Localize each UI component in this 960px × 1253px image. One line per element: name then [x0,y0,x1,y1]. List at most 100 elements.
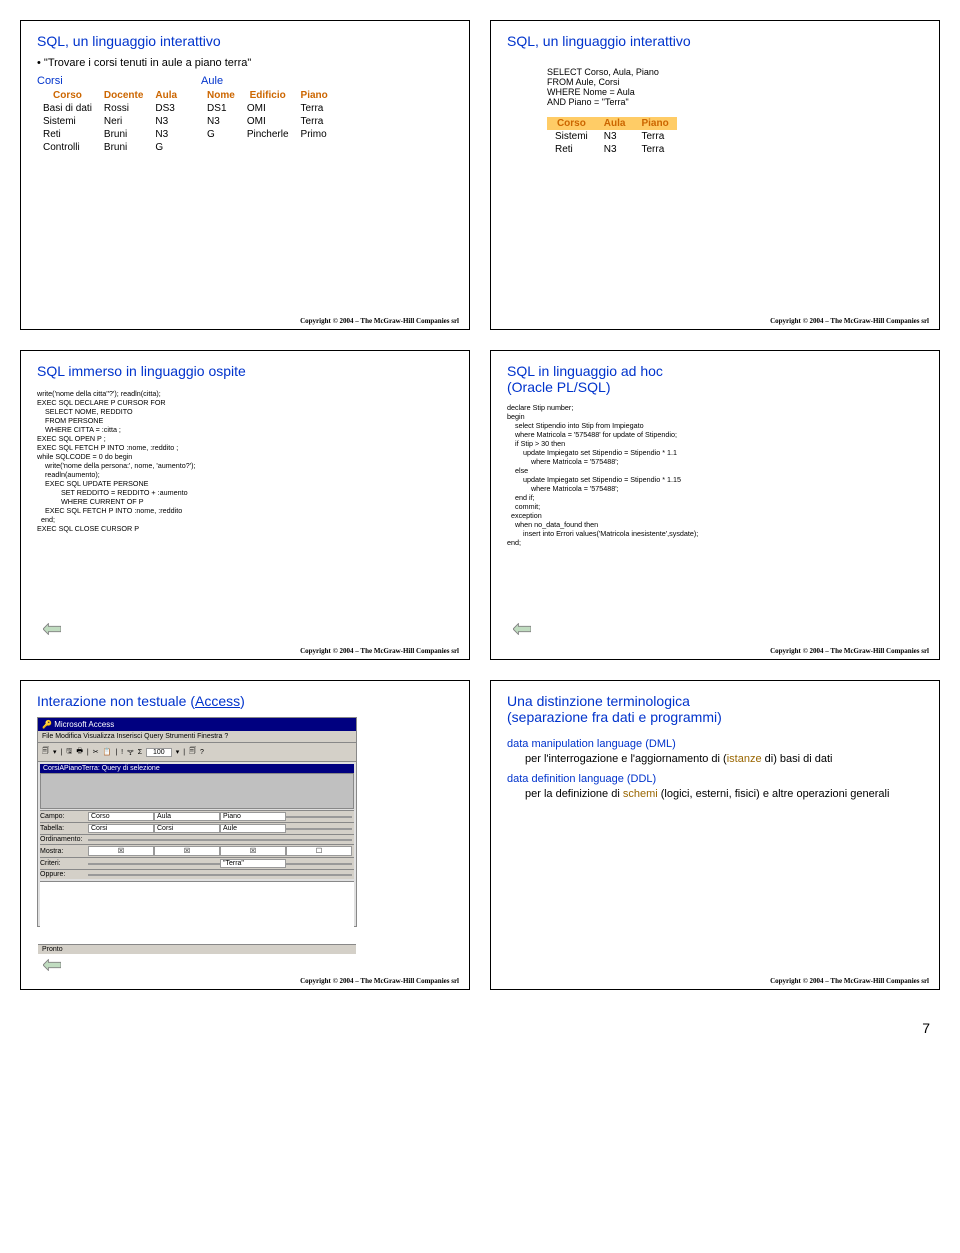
th: Piano [295,89,334,102]
th: Aula [596,117,634,130]
th: Corso [37,89,98,102]
access-grid: Campo:CorsoAulaPiano Tabella:CorsiCorsiA… [40,810,354,879]
td: DS3 [149,102,183,115]
td: N3 [596,143,634,156]
td: Terra [633,143,676,156]
checkbox[interactable]: ☒ [220,846,286,856]
ddl-heading: data definition language (DDL) [507,772,923,787]
th: Aula [149,89,183,102]
grid-row-campo: Campo:CorsoAulaPiano [40,810,354,822]
access-toolbar[interactable]: 🗐▾|🖫🖶|✂📋|!🝖Σ100▾|🗐? [38,743,356,762]
checkbox[interactable]: ☐ [286,846,352,856]
td: G [149,141,183,154]
cell[interactable] [220,839,286,841]
cell[interactable] [88,874,154,876]
cell[interactable]: "Terra" [220,859,286,868]
label: Ordinamento: [40,836,88,843]
td: N3 [596,130,634,143]
text: di) basi di dati [762,753,833,765]
back-arrow-icon[interactable] [43,623,61,635]
checkbox[interactable]: ☒ [88,846,154,856]
td: Terra [295,115,334,128]
td: OMI [241,102,295,115]
slide-6: Una distinzione terminologica (separazio… [490,680,940,990]
slide-title: SQL, un linguaggio interattivo [37,33,453,49]
td: Primo [295,128,334,141]
cell[interactable]: Aule [220,824,286,833]
cell[interactable]: Corsi [88,824,154,833]
cell[interactable] [88,863,154,865]
td: DS1 [201,102,241,115]
result-table: CorsoAulaPiano SistemiN3Terra RetiN3Terr… [547,117,677,156]
access-screenshot: 🔑 Microsoft Access File Modifica Visuali… [37,717,357,927]
aule-name: Aule [201,75,334,87]
grid-row-criteri: Criteri: "Terra" [40,857,354,869]
cell[interactable] [154,874,220,876]
access-blank-grid [40,881,354,942]
td: Sistemi [37,115,98,128]
footer: Copyright © 2004 – The McGraw-Hill Compa… [300,977,459,985]
cell[interactable] [286,816,352,818]
td: Rossi [98,102,149,115]
slide-title: SQL, un linguaggio interattivo [507,33,923,49]
cell[interactable] [286,839,352,841]
th: Corso [547,117,596,130]
slide-5: Interazione non testuale (Access) 🔑 Micr… [20,680,470,990]
slide-title: SQL immerso in linguaggio ospite [37,363,453,379]
grid-row-mostra: Mostra:☒☒☒☐ [40,844,354,857]
slide-1: SQL, un linguaggio interattivo • "Trovar… [20,20,470,330]
sql-block: SELECT Corso, Aula, Piano FROM Aule, Cor… [507,57,923,107]
cell[interactable] [220,874,286,876]
td: Terra [633,130,676,143]
corsi-name: Corsi [37,75,183,87]
cell[interactable] [286,828,352,830]
grid-row-oppure: Oppure: [40,869,354,879]
back-arrow-icon[interactable] [43,959,61,971]
cell[interactable]: Aula [154,812,220,821]
cell[interactable] [286,874,352,876]
access-menu[interactable]: File Modifica Visualizza Inserisci Query… [38,731,356,743]
access-link[interactable]: Access [195,693,240,709]
td: Reti [37,128,98,141]
td: Reti [547,143,596,156]
slide-3: SQL immerso in linguaggio ospite write('… [20,350,470,660]
td: N3 [149,128,183,141]
cell[interactable] [286,863,352,865]
td: Terra [295,102,334,115]
slide-title: Interazione non testuale (Access) [37,693,453,709]
checkbox[interactable]: ☒ [154,846,220,856]
highlight: schemi [623,788,658,800]
cell[interactable] [154,863,220,865]
title-pre: Interazione non testuale ( [37,693,195,709]
access-status: Pronto [38,944,356,954]
footer: Copyright © 2004 – The McGraw-Hill Compa… [300,647,459,655]
back-arrow-icon[interactable] [513,623,531,635]
app-title-text: Microsoft Access [54,720,114,729]
label: Oppure: [40,871,88,878]
plsql-code: declare Stip number; begin select Stipen… [507,403,923,547]
label: Criteri: [40,860,88,867]
cell[interactable] [154,839,220,841]
page-number: 7 [20,1020,940,1036]
cell[interactable]: Corsi [154,824,220,833]
td: N3 [201,115,241,128]
td: Bruni [98,128,149,141]
cell[interactable] [88,839,154,841]
td: G [201,128,241,141]
slide-bullet: • "Trovare i corsi tenuti in aule a pian… [37,57,453,69]
result-wrap: CorsoAulaPiano SistemiN3Terra RetiN3Terr… [547,117,923,156]
slide-4: SQL in linguaggio ad hoc (Oracle PL/SQL)… [490,350,940,660]
th: Docente [98,89,149,102]
aule-table: NomeEdificioPiano DS1OMITerra N3OMITerra… [201,89,334,141]
access-app-title: 🔑 Microsoft Access [38,718,356,731]
footer: Copyright © 2004 – The McGraw-Hill Compa… [770,647,929,655]
aule-block: Aule NomeEdificioPiano DS1OMITerra N3OMI… [201,75,334,154]
cell[interactable]: Corso [88,812,154,821]
slide-2: SQL, un linguaggio interattivo SELECT Co… [490,20,940,330]
cell[interactable]: Piano [220,812,286,821]
td: Bruni [98,141,149,154]
text: per l'interrogazione e l'aggiornamento d… [525,753,727,765]
td: Basi di dati [37,102,98,115]
footer: Copyright © 2004 – The McGraw-Hill Compa… [770,977,929,985]
label: Mostra: [40,848,88,855]
